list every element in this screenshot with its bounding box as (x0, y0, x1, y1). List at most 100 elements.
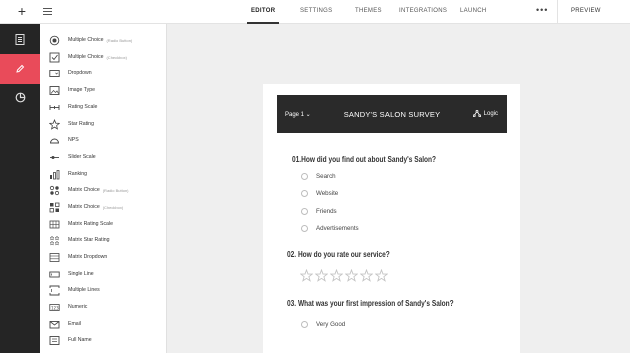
option-label: Website (316, 190, 339, 197)
more-options-button[interactable]: ••• (536, 5, 548, 15)
question-type-item[interactable]: Star Rating (40, 116, 167, 132)
question-type-label: Star Rating (68, 121, 94, 127)
question-1-option[interactable]: Advertisements (301, 225, 359, 232)
slider-icon (49, 152, 60, 163)
question-type-label: Multiple Choice (68, 54, 104, 60)
question-type-sublabel: (Radio Button) (102, 187, 129, 193)
nps-gauge-icon (49, 135, 60, 146)
star-icon[interactable] (300, 269, 313, 282)
question-type-item[interactable]: Slider Scale (40, 149, 167, 165)
rating-scale-icon (49, 102, 60, 113)
question-type-item[interactable]: Ranking (40, 166, 167, 182)
numeric-icon: 123 (49, 302, 60, 313)
star-icon (49, 118, 60, 130)
question-type-item[interactable]: Rating Scale (40, 99, 167, 115)
question-type-label: Matrix Dropdown (68, 254, 108, 260)
question-type-label: Rating Scale (68, 104, 98, 110)
question-type-label: Matrix Rating Scale (68, 221, 113, 227)
question-types-panel: Multiple Choice (Radio Button) Multiple Ch… (40, 24, 167, 353)
option-label: Very Good (316, 321, 346, 328)
question-type-item[interactable]: Multiple Choice (Radio Button) (40, 32, 167, 48)
tab-integrations[interactable]: INTEGRATIONS (399, 8, 447, 14)
list-icon[interactable] (43, 8, 52, 15)
logic-button[interactable]: Logic (472, 110, 498, 117)
radio-button[interactable] (301, 321, 308, 328)
radio-button[interactable] (301, 190, 308, 197)
question-1-option[interactable]: Friends (301, 208, 337, 215)
radio-button[interactable] (301, 173, 308, 180)
question-type-label: Matrix Choice (68, 204, 100, 210)
rail-item-edit[interactable] (0, 54, 40, 84)
question-3-option[interactable]: Very Good (301, 321, 345, 328)
star-icon[interactable] (360, 269, 373, 282)
option-label: Friends (316, 208, 337, 215)
matrix-star-icon (49, 234, 60, 246)
checkbox-icon (49, 52, 60, 63)
question-type-label: Dropdown (68, 70, 92, 76)
rail-item-theme[interactable] (0, 82, 40, 112)
question-type-item[interactable]: NPS (40, 132, 167, 148)
question-type-item[interactable]: Full Name (40, 332, 167, 348)
question-type-item[interactable]: Multiple Lines (40, 282, 167, 298)
tab-editor[interactable]: EDITOR (251, 8, 275, 14)
question-type-label: Slider Scale (68, 154, 96, 160)
question-1-option[interactable]: Website (301, 190, 338, 197)
radio-button-icon (49, 35, 60, 46)
question-type-item[interactable]: Single Line (40, 266, 167, 282)
document-icon (15, 33, 25, 45)
dropdown-icon (49, 68, 60, 79)
star-icon[interactable] (375, 269, 388, 282)
question-1-option[interactable]: Search (301, 173, 336, 180)
left-rail (0, 24, 40, 353)
full-name-icon (49, 335, 60, 346)
question-type-item[interactable]: Email (40, 316, 167, 332)
star-icon[interactable] (330, 269, 343, 282)
question-type-label: Multiple Lines (68, 287, 100, 293)
top-toolbar: + EDITOR SETTINGS THEMES INTEGRATIONS LA… (0, 0, 630, 24)
preview-button[interactable]: PREVIEW (571, 8, 601, 14)
question-2-title[interactable]: 02. How do you rate our service? (287, 250, 390, 259)
question-type-label: Matrix Star Rating (68, 237, 110, 243)
tab-launch[interactable]: LAUNCH (460, 8, 486, 14)
ranking-icon (49, 169, 60, 180)
email-icon (49, 319, 60, 330)
question-type-item[interactable]: Multiple Choice (Checkbox) (40, 49, 167, 65)
tab-themes[interactable]: THEMES (355, 8, 382, 14)
question-1-title[interactable]: 01.How did you find out about Sandy's Sa… (292, 155, 436, 164)
logic-icon (472, 110, 481, 117)
question-type-label: Full Name (68, 337, 92, 343)
question-3-title[interactable]: 03. What was your first impression of Sa… (287, 299, 454, 308)
question-type-sublabel: (Radio Button) (106, 37, 133, 43)
single-line-icon (49, 269, 60, 280)
matrix-dropdown-icon (49, 252, 60, 263)
question-type-label: NPS (68, 137, 79, 143)
radio-button[interactable] (301, 208, 308, 215)
question-type-item[interactable]: Matrix Star Rating (40, 232, 167, 248)
question-type-item[interactable]: Matrix Choice (Checkbox) (40, 199, 167, 215)
survey-canvas: Page 1 ⌄ SANDY'S SALON SURVEY Logic 01.H… (263, 84, 520, 353)
image-icon (49, 85, 60, 96)
rail-item-document[interactable] (0, 24, 40, 54)
star-rating-row (300, 269, 390, 282)
question-type-sublabel: (Checkbox) (102, 204, 124, 210)
toolbar-divider (557, 0, 558, 24)
question-type-item[interactable]: Matrix Choice (Radio Button) (40, 182, 167, 198)
question-type-label: Image Type (68, 87, 96, 93)
radio-button[interactable] (301, 225, 308, 232)
multiple-lines-icon (49, 285, 60, 296)
question-type-item[interactable]: Image Type (40, 82, 167, 98)
matrix-rating-icon (49, 219, 60, 230)
plus-icon[interactable]: + (15, 3, 29, 19)
star-icon[interactable] (315, 269, 328, 282)
tab-settings[interactable]: SETTINGS (300, 8, 332, 14)
question-type-label: Numeric (68, 304, 88, 310)
pencil-icon (16, 64, 25, 73)
question-type-item[interactable]: Dropdown (40, 65, 167, 81)
question-type-item[interactable]: Matrix Dropdown (40, 249, 167, 265)
palette-icon (15, 92, 25, 102)
question-type-label: Multiple Choice (68, 37, 104, 43)
question-type-item[interactable]: 123 Numeric (40, 299, 167, 315)
survey-editor-app: + EDITOR SETTINGS THEMES INTEGRATIONS LA… (0, 0, 630, 353)
question-type-item[interactable]: Matrix Rating Scale (40, 216, 167, 232)
star-icon[interactable] (345, 269, 358, 282)
